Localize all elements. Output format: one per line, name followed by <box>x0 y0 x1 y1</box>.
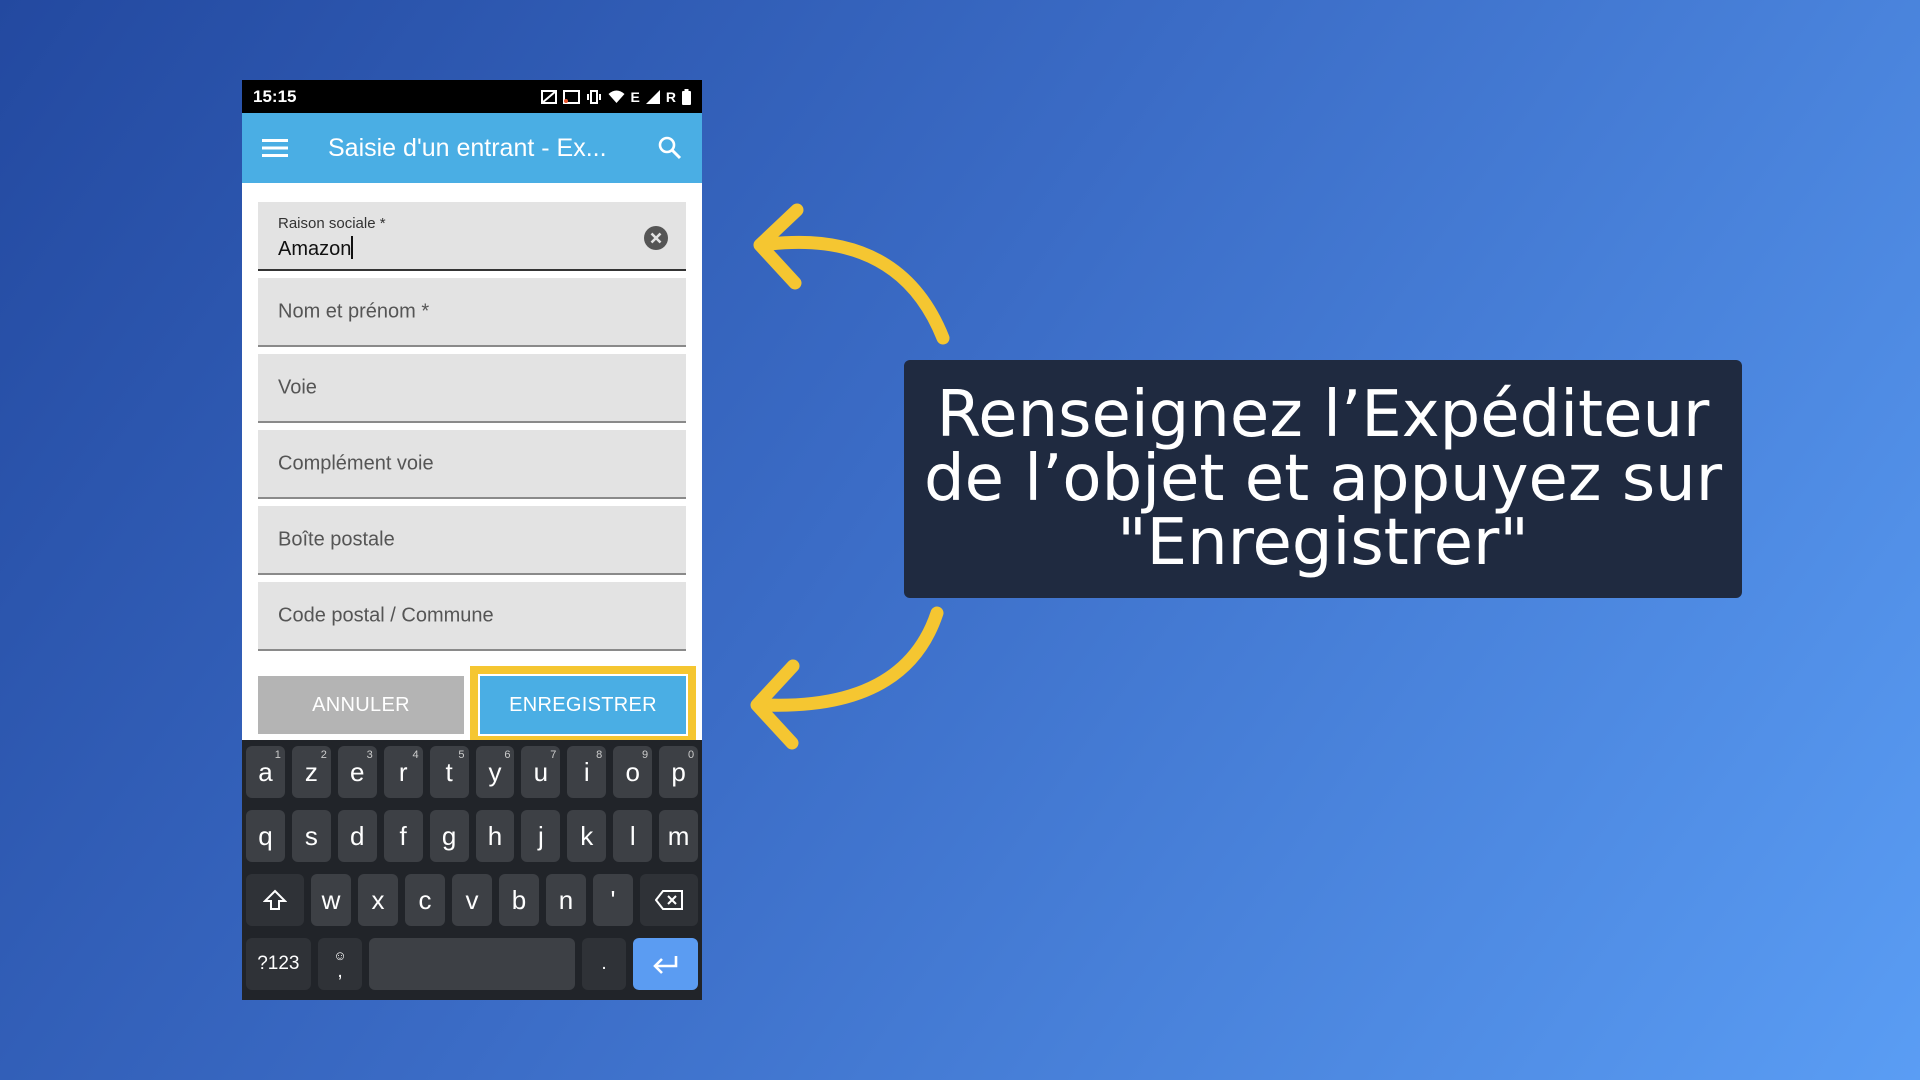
arrow-to-raison-sociale <box>753 203 950 345</box>
instruction-text: Renseignez l’Expéditeur de l’objet et ap… <box>923 378 1723 580</box>
arrow-to-save-button <box>750 606 944 750</box>
instruction-callout: Renseignez l’Expéditeur de l’objet et ap… <box>904 360 1742 598</box>
